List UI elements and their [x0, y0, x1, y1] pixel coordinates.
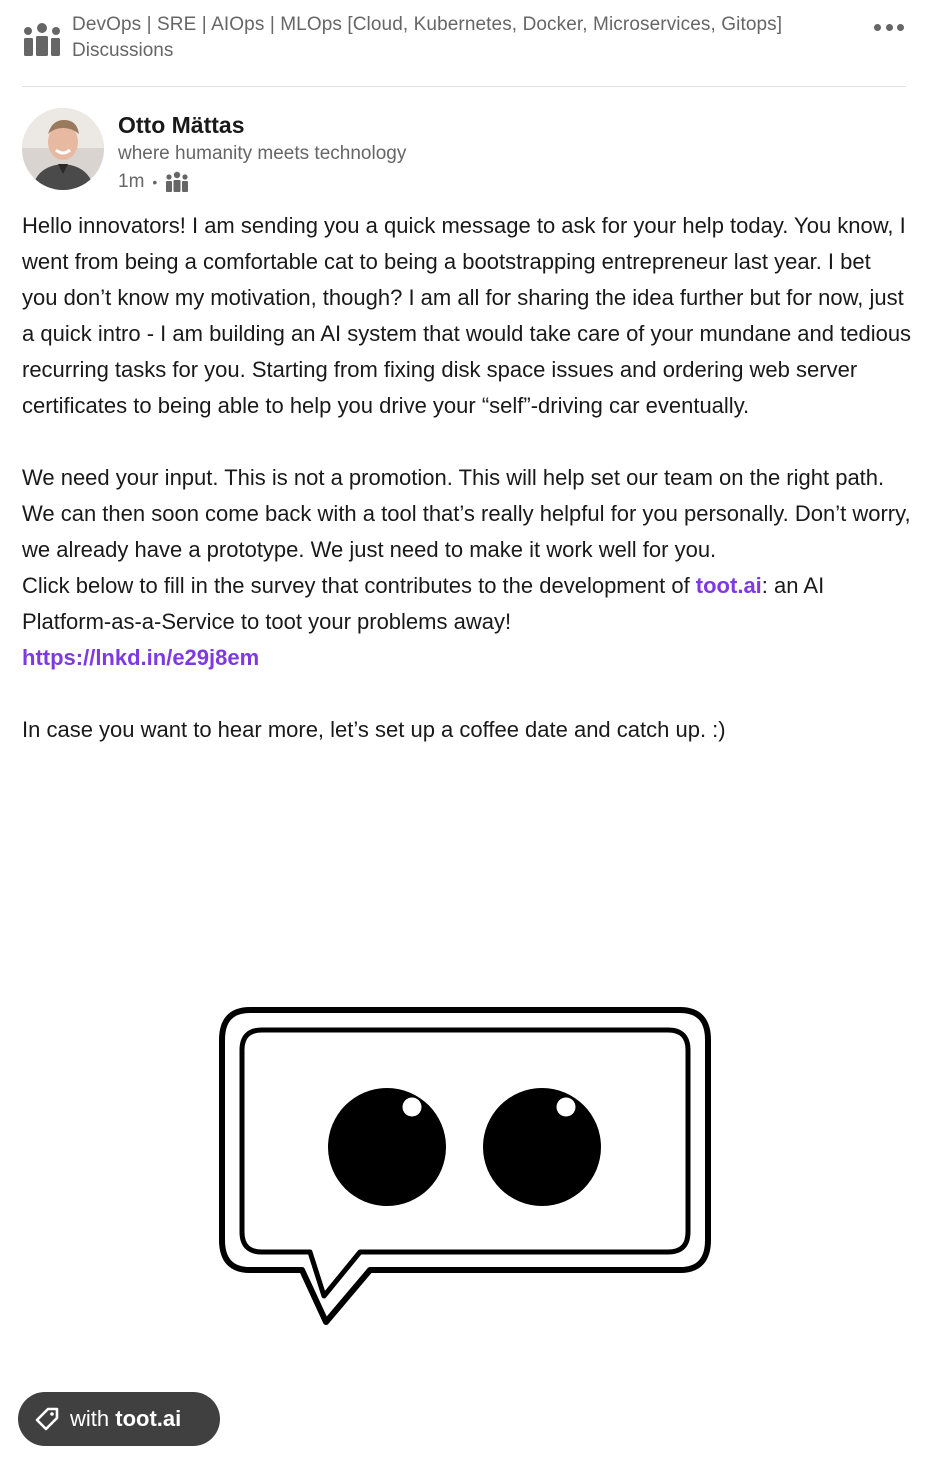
- avatar[interactable]: [22, 108, 104, 190]
- survey-link[interactable]: https://lnkd.in/e29j8em: [22, 645, 259, 670]
- post-paragraph-closing: In case you want to hear more, let’s set…: [22, 717, 726, 742]
- post-body: Hello innovators! I am sending you a qui…: [22, 208, 912, 748]
- post-paragraph-input: We need your input. This is not a promot…: [22, 465, 911, 562]
- post-meta: 1m •: [118, 171, 189, 193]
- group-icon: [24, 23, 60, 56]
- more-options-icon[interactable]: [874, 18, 904, 36]
- post-author: Otto Mättas where humanity meets technol…: [22, 106, 906, 196]
- meta-separator: •: [152, 174, 158, 190]
- company-link[interactable]: toot.ai: [696, 573, 762, 598]
- group-header: DevOps | SRE | AIOps | MLOps [Cloud, Kub…: [22, 12, 906, 87]
- post-time: 1m: [118, 171, 145, 192]
- tag-prefix: with: [70, 1406, 116, 1431]
- tag-icon: [35, 1407, 59, 1431]
- speech-bubble-eyes-logo[interactable]: [210, 1000, 720, 1335]
- tag-company-button[interactable]: with toot.ai: [18, 1392, 220, 1446]
- tag-label: with toot.ai: [70, 1406, 181, 1432]
- post-paragraph-intro: Hello innovators! I am sending you a qui…: [22, 213, 912, 418]
- author-headline: where humanity meets technology: [118, 143, 407, 164]
- group-visibility-icon: [166, 171, 189, 192]
- group-subtitle: Discussions: [72, 40, 174, 61]
- survey-prefix-text: Click below to fill in the survey that c…: [22, 573, 696, 598]
- tag-brand: toot.ai: [115, 1406, 182, 1431]
- author-name[interactable]: Otto Mättas: [118, 112, 245, 139]
- post-paragraph-survey: Click below to fill in the survey that c…: [22, 568, 912, 640]
- group-title[interactable]: DevOps | SRE | AIOps | MLOps [Cloud, Kub…: [72, 14, 872, 36]
